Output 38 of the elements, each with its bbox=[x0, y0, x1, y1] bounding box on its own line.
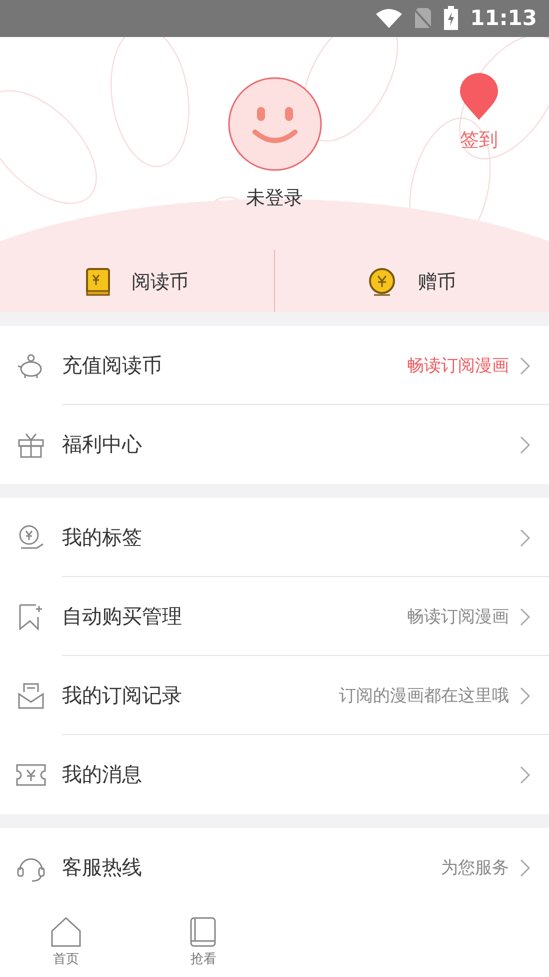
menu-item-note: 畅读订阅漫画 bbox=[407, 606, 509, 628]
menu-item-label[interactable]: 自动购买管理 bbox=[62, 603, 407, 630]
menu-item-label[interactable]: 客服热线 bbox=[62, 854, 441, 882]
menu-item-label[interactable]: 福利中心 bbox=[62, 431, 519, 458]
chevron-right-icon bbox=[519, 356, 531, 376]
nav-tab[interactable]: 抢看 bbox=[190, 950, 216, 968]
status-time: 11:13 bbox=[470, 6, 537, 30]
chevron-right-icon bbox=[519, 606, 531, 627]
balloon-icon[interactable] bbox=[459, 72, 499, 121]
menu-item-label[interactable]: 我的订阅记录 bbox=[62, 682, 339, 710]
menu-item-note: 订阅的漫画都在这里哦 bbox=[339, 685, 509, 708]
mail-icon bbox=[17, 682, 45, 710]
chevron-right-icon bbox=[519, 858, 531, 878]
ticket-icon bbox=[16, 764, 46, 786]
wallet-label[interactable]: 阅读币 bbox=[132, 269, 188, 296]
chevron-right-icon bbox=[519, 764, 531, 785]
chevron-right-icon bbox=[519, 434, 531, 455]
home-icon bbox=[50, 916, 82, 948]
book-icon bbox=[189, 916, 218, 948]
nav-tab[interactable]: 首页 bbox=[53, 950, 79, 968]
yuan-coin-icon bbox=[368, 268, 396, 296]
menu-item-note: 畅读订阅漫画 bbox=[407, 355, 509, 378]
login-status[interactable]: 未登录 bbox=[246, 184, 303, 211]
smiley-avatar-icon[interactable] bbox=[228, 76, 322, 171]
coin-hand-icon bbox=[17, 524, 45, 552]
gift-icon bbox=[18, 432, 44, 458]
chevron-right-icon bbox=[519, 686, 531, 706]
menu-item-label[interactable]: 充值阅读币 bbox=[62, 352, 407, 380]
yuan-book-icon bbox=[86, 268, 110, 296]
wifi-icon bbox=[376, 8, 402, 28]
no-sim-icon bbox=[414, 7, 432, 30]
menu-item-note: 为您服务 bbox=[441, 857, 509, 880]
menu-item-label[interactable]: 我的标签 bbox=[62, 524, 519, 552]
bookmark-icon bbox=[18, 602, 44, 631]
battery-charging-icon bbox=[444, 6, 458, 30]
wallet-label[interactable]: 赠币 bbox=[418, 269, 456, 296]
chevron-right-icon bbox=[519, 528, 531, 548]
menu-item-label[interactable]: 我的消息 bbox=[62, 761, 519, 788]
